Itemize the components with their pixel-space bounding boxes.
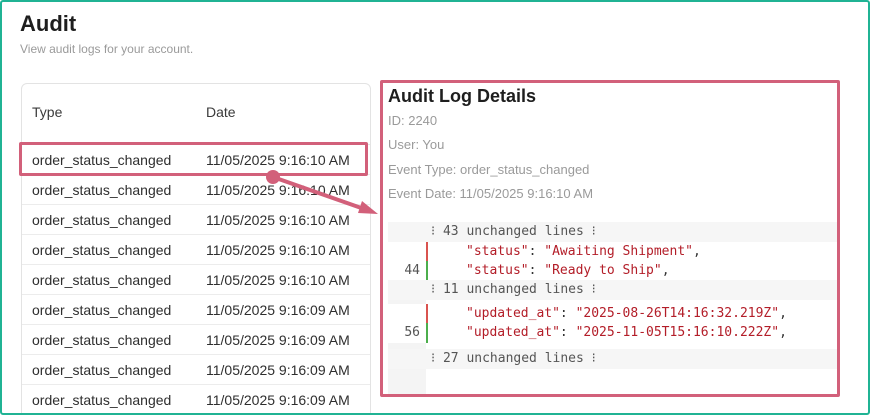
diff-code: "updated_at": "2025-08-26T14:16:32.219Z"… [466,306,787,321]
json-value-new: "Ready to Ship" [544,263,662,278]
details-event-date: Event Date: 11/05/2025 9:16:10 AM [388,186,594,201]
added-marker [426,261,428,281]
line-number: 44 [404,263,420,278]
audit-log-table: Type Date order_status_changed 11/05/202… [21,83,371,413]
diff-code: "status": "Ready to Ship", [466,263,670,278]
app-frame: Audit View audit logs for your account. … [0,0,870,415]
details-event-type: Event Type: order_status_changed [388,162,590,177]
column-header-type[interactable]: Type [32,104,62,120]
diff-code: "status": "Awaiting Shipment", [466,244,701,259]
cell-date: 11/05/2025 9:16:10 AM [206,212,350,228]
diff-collapsed-lines[interactable]: ⁝ 27 unchanged lines ⁝ [388,349,837,369]
cell-type: order_status_changed [32,212,172,228]
cell-type: order_status_changed [32,152,172,168]
cell-date: 11/05/2025 9:16:10 AM [206,242,350,258]
table-row[interactable]: order_status_changed 11/05/2025 9:16:09 … [22,324,370,354]
cell-date: 11/05/2025 9:16:09 AM [206,392,350,408]
table-row[interactable]: order_status_changed 11/05/2025 9:16:10 … [22,144,370,174]
cell-type: order_status_changed [32,242,172,258]
table-row[interactable]: order_status_changed 11/05/2025 9:16:10 … [22,204,370,234]
cell-type: order_status_changed [32,302,172,318]
cell-type: order_status_changed [32,272,172,288]
json-value-new: "2025-11-05T15:16:10.222Z" [575,325,780,340]
json-value-old: "Awaiting Shipment" [544,244,693,259]
table-row[interactable]: order_status_changed 11/05/2025 9:16:10 … [22,234,370,264]
cell-type: order_status_changed [32,332,172,348]
diff-line-added: 44 "status": "Ready to Ship", [388,261,837,281]
table-row[interactable]: order_status_changed 11/05/2025 9:16:09 … [22,294,370,324]
audit-log-details-panel: Audit Log Details ID: 2240 User: You Eve… [380,80,840,397]
cell-date: 11/05/2025 9:16:10 AM [206,272,350,288]
diff-line-removed: "updated_at": "2025-08-26T14:16:32.219Z"… [388,304,837,324]
added-marker [426,323,428,343]
diff-viewer: ⁝ 43 unchanged lines ⁝ "status": "Awaiti… [388,222,837,394]
cell-date: 11/05/2025 9:16:10 AM [206,152,350,168]
page-subtitle: View audit logs for your account. [20,42,194,56]
diff-line-removed: "status": "Awaiting Shipment", [388,242,837,262]
removed-marker [426,304,428,324]
cell-type: order_status_changed [32,362,172,378]
cell-type: order_status_changed [32,182,172,198]
table-row[interactable]: order_status_changed 11/05/2025 9:16:09 … [22,384,370,413]
json-key: "updated_at" [466,306,560,321]
removed-marker [426,242,428,262]
details-id: ID: 2240 [388,113,438,128]
details-user: User: You [388,137,445,152]
table-row[interactable]: order_status_changed 11/05/2025 9:16:09 … [22,354,370,384]
diff-line-added: 56 "updated_at": "2025-11-05T15:16:10.22… [388,323,837,343]
table-row[interactable]: order_status_changed 11/05/2025 9:16:10 … [22,174,370,204]
collapsed-lines-label: ⁝ 43 unchanged lines ⁝ [431,224,596,239]
cell-type: order_status_changed [32,392,172,408]
collapsed-lines-label: ⁝ 27 unchanged lines ⁝ [431,351,596,366]
json-key: "status" [466,263,529,278]
line-number: 56 [404,325,420,340]
details-title: Audit Log Details [388,86,536,106]
diff-collapsed-lines[interactable]: ⁝ 43 unchanged lines ⁝ [388,222,837,242]
json-key: "status" [466,244,529,259]
table-body: order_status_changed 11/05/2025 9:16:10 … [22,144,370,413]
diff-collapsed-lines[interactable]: ⁝ 11 unchanged lines ⁝ [388,280,837,300]
table-row[interactable]: order_status_changed 11/05/2025 9:16:10 … [22,264,370,294]
collapsed-lines-label: ⁝ 11 unchanged lines ⁝ [431,282,596,297]
page-title: Audit [20,11,77,36]
cell-date: 11/05/2025 9:16:09 AM [206,362,350,378]
diff-code: "updated_at": "2025-11-05T15:16:10.222Z"… [466,325,787,340]
json-key: "updated_at" [466,325,560,340]
table-header: Type Date [22,84,370,142]
json-value-old: "2025-08-26T14:16:32.219Z" [575,306,780,321]
cell-date: 11/05/2025 9:16:09 AM [206,302,350,318]
column-header-date[interactable]: Date [206,104,236,120]
cell-date: 11/05/2025 9:16:10 AM [206,182,350,198]
cell-date: 11/05/2025 9:16:09 AM [206,332,350,348]
